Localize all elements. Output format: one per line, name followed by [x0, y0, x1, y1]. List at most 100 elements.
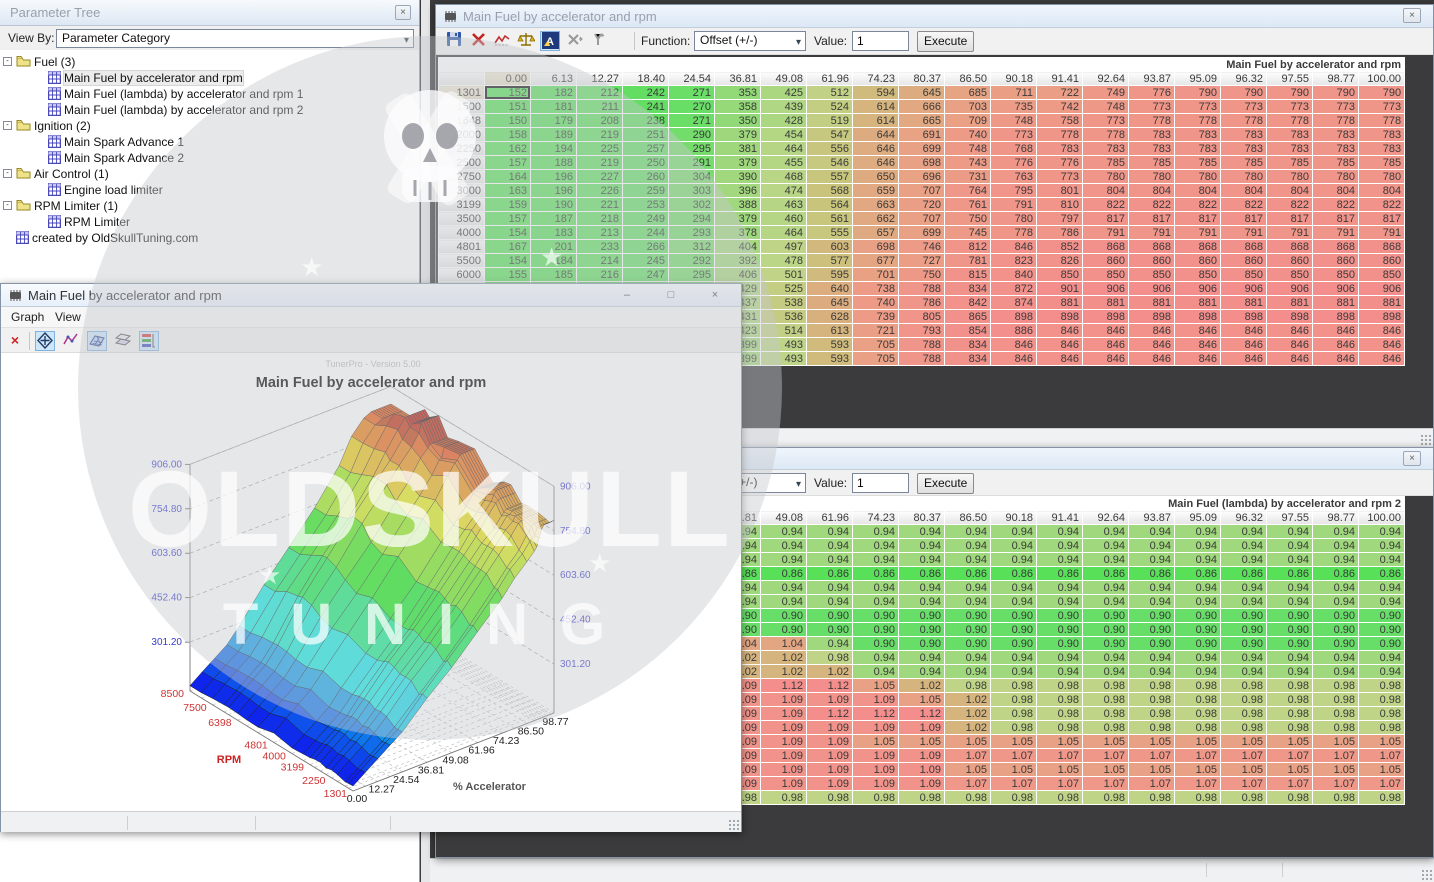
table-cell[interactable]: 783 [1175, 128, 1221, 142]
table-cell[interactable]: 455 [761, 156, 807, 170]
table-cell[interactable]: 0.90 [1359, 637, 1405, 651]
table-cell[interactable]: 781 [945, 254, 991, 268]
table-cell[interactable]: 709 [945, 114, 991, 128]
col-header[interactable]: 74.23 [853, 511, 899, 525]
expander-icon[interactable]: - [3, 121, 12, 130]
col-header[interactable]: 98.77 [1313, 511, 1359, 525]
table-cell[interactable]: 1.07 [1313, 777, 1359, 791]
table-cell[interactable]: 691 [899, 128, 945, 142]
table-cell[interactable]: 0.90 [853, 609, 899, 623]
table-cell[interactable]: 881 [1267, 296, 1313, 310]
table-cell[interactable]: 0.98 [807, 651, 853, 665]
table-cell[interactable]: 0.94 [1129, 665, 1175, 679]
table-cell[interactable]: 645 [899, 86, 945, 100]
table-cell[interactable]: 561 [807, 212, 853, 226]
table-cell[interactable]: 707 [899, 212, 945, 226]
table-cell[interactable]: 0.90 [1313, 609, 1359, 623]
table-cell[interactable]: 846 [1267, 338, 1313, 352]
table-cell[interactable]: 0.90 [1359, 623, 1405, 637]
table-cell[interactable]: 1.07 [1359, 777, 1405, 791]
table-cell[interactable]: 196 [531, 184, 577, 198]
col-header[interactable]: 61.96 [807, 72, 853, 86]
table-cell[interactable]: 493 [761, 352, 807, 366]
table-cell[interactable]: 0.94 [807, 553, 853, 567]
table-cell[interactable]: 659 [853, 184, 899, 198]
table-cell[interactable]: 846 [1359, 338, 1405, 352]
table-cell[interactable]: 0.98 [1129, 791, 1175, 805]
table-cell[interactable]: 0.90 [1037, 637, 1083, 651]
table-cell[interactable]: 428 [761, 114, 807, 128]
table-cell[interactable]: 0.94 [853, 595, 899, 609]
table-cell[interactable]: 0.98 [991, 707, 1037, 721]
table-cell[interactable]: 846 [1175, 338, 1221, 352]
row-header[interactable]: 2250 [439, 142, 485, 156]
table-cell[interactable]: 0.94 [1175, 553, 1221, 567]
table-cell[interactable]: 159 [485, 198, 531, 212]
table-cell[interactable]: 0.86 [761, 567, 807, 581]
table-cell[interactable]: 846 [1267, 352, 1313, 366]
table-cell[interactable]: 786 [899, 296, 945, 310]
table-cell[interactable]: 1.09 [807, 735, 853, 749]
table-cell[interactable]: 162 [485, 142, 531, 156]
table-cell[interactable]: 270 [669, 100, 715, 114]
table-cell[interactable]: 1.09 [807, 763, 853, 777]
tree-item[interactable]: Main Fuel (lambda) by accelerator and rp… [0, 102, 417, 118]
table-cell[interactable]: 0.98 [1083, 707, 1129, 721]
table-cell[interactable]: 0.86 [1221, 567, 1267, 581]
table-cell[interactable]: 0.94 [1267, 553, 1313, 567]
table-cell[interactable]: 0.98 [1221, 693, 1267, 707]
table-cell[interactable]: 750 [899, 268, 945, 282]
table-cell[interactable]: 773 [1175, 100, 1221, 114]
table-cell[interactable]: 271 [669, 114, 715, 128]
table-cell[interactable]: 164 [485, 170, 531, 184]
table-cell[interactable]: 0.90 [1083, 623, 1129, 637]
table-cell[interactable]: 1.09 [853, 693, 899, 707]
col-header[interactable]: 61.96 [807, 511, 853, 525]
table-cell[interactable]: 0.94 [1129, 525, 1175, 539]
table-cell[interactable]: 846 [1083, 324, 1129, 338]
table-cell[interactable]: 785 [1129, 156, 1175, 170]
table-cell[interactable]: 0.94 [1359, 525, 1405, 539]
table-cell[interactable]: 850 [1359, 268, 1405, 282]
tree-item[interactable]: -Air Control (1) [0, 166, 417, 182]
table-cell[interactable]: 795 [991, 184, 1037, 198]
table-cell[interactable]: 167 [485, 240, 531, 254]
table-cell[interactable]: 1.05 [1359, 763, 1405, 777]
table-cell[interactable]: 564 [807, 198, 853, 212]
table-cell[interactable]: 0.98 [1037, 707, 1083, 721]
table-cell[interactable]: 852 [1037, 240, 1083, 254]
table-cell[interactable]: 556 [807, 142, 853, 156]
expander-icon[interactable]: - [3, 201, 12, 210]
table-cell[interactable]: 707 [899, 184, 945, 198]
table-cell[interactable]: 868 [1129, 240, 1175, 254]
table-cell[interactable]: 1.07 [945, 777, 991, 791]
table-cell[interactable]: 396 [715, 184, 761, 198]
table-cell[interactable]: 720 [899, 198, 945, 212]
table-cell[interactable]: 0.90 [807, 623, 853, 637]
table-cell[interactable]: 1.09 [761, 749, 807, 763]
table-cell[interactable]: 350 [715, 114, 761, 128]
table-cell[interactable]: 1.09 [899, 763, 945, 777]
table-cell[interactable]: 791 [991, 198, 1037, 212]
table-cell[interactable]: 761 [945, 198, 991, 212]
table-cell[interactable]: 1.09 [761, 777, 807, 791]
table-cell[interactable]: 0.94 [761, 581, 807, 595]
table-cell[interactable]: 817 [1313, 212, 1359, 226]
table-cell[interactable]: 783 [1313, 142, 1359, 156]
table-cell[interactable]: 1.09 [853, 763, 899, 777]
table-cell[interactable]: 0.90 [991, 609, 1037, 623]
table-cell[interactable]: 0.94 [1083, 539, 1129, 553]
table-cell[interactable]: 379 [715, 128, 761, 142]
table-cell[interactable]: 788 [899, 282, 945, 296]
table-cell[interactable]: 226 [577, 184, 623, 198]
table-cell[interactable]: 493 [761, 338, 807, 352]
table-cell[interactable]: 0.94 [761, 539, 807, 553]
table-cell[interactable]: 1.07 [991, 749, 1037, 763]
table-cell[interactable]: 0.98 [761, 791, 807, 805]
table-cell[interactable]: 790 [1267, 86, 1313, 100]
table-cell[interactable]: 1.07 [1083, 777, 1129, 791]
table-cell[interactable]: 850 [1129, 268, 1175, 282]
table-cell[interactable]: 1.12 [807, 707, 853, 721]
table-cell[interactable]: 854 [945, 324, 991, 338]
table-cell[interactable]: 868 [1313, 240, 1359, 254]
